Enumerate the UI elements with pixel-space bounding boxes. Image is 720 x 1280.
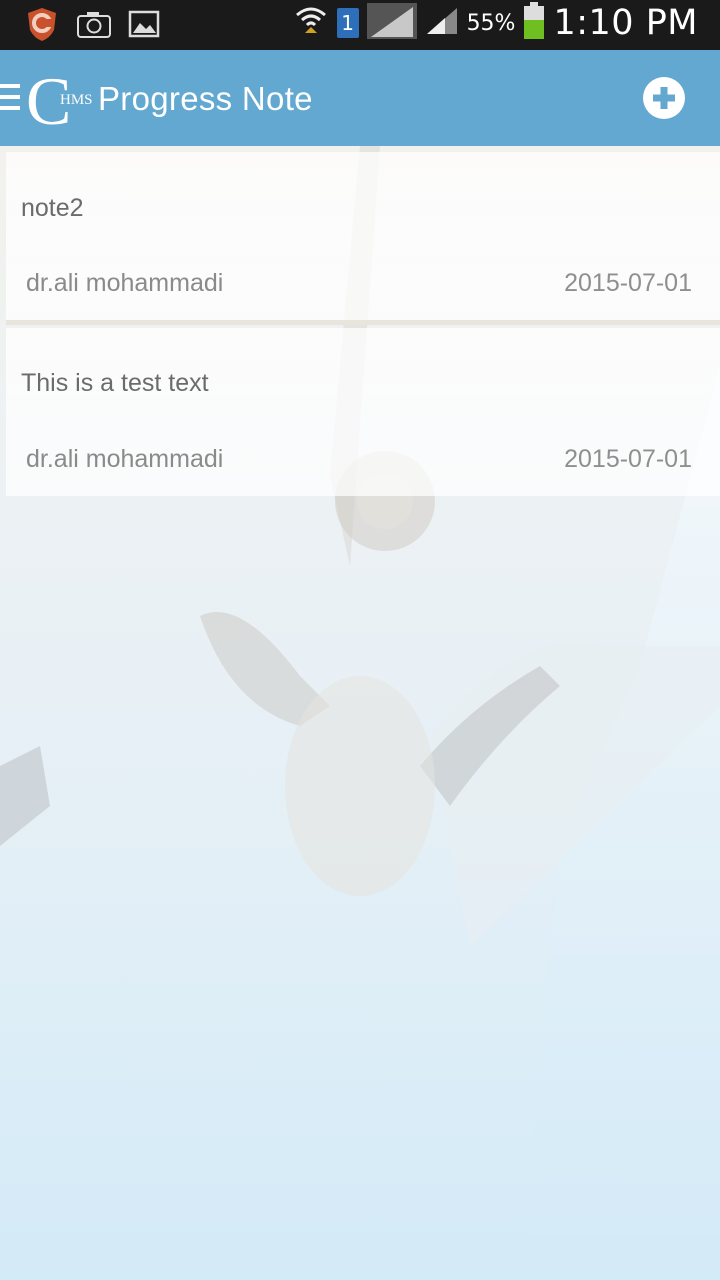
add-note-button[interactable] [642, 76, 686, 120]
note-title: note2 [21, 194, 84, 222]
wifi-icon [293, 3, 329, 43]
note-card[interactable]: note2 dr.ali mohammadi 2015-07-01 [6, 152, 720, 325]
menu-icon[interactable] [0, 84, 20, 110]
status-bar: 1 55% 1:10 PM [0, 0, 720, 50]
camera-icon [76, 9, 112, 43]
app-bar: C HMS Progress Note [0, 50, 720, 146]
sim-icon: 1 [336, 8, 359, 38]
plus-circle-icon [643, 77, 685, 119]
signal-icon [425, 6, 459, 40]
app-logo: C HMS [24, 63, 94, 139]
note-date: 2015-07-01 [564, 269, 692, 297]
note-author: dr.ali mohammadi [26, 445, 224, 473]
note-card[interactable]: This is a test text dr.ali mohammadi 201… [6, 328, 720, 496]
battery-percent: 55% [466, 10, 516, 36]
note-title: This is a test text [21, 369, 209, 397]
clock: 1:10 PM [553, 3, 698, 43]
gallery-icon [128, 9, 160, 43]
shield-app-icon [24, 6, 60, 46]
logo-text: HMS [60, 92, 93, 108]
battery-icon [523, 2, 545, 44]
note-date: 2015-07-01 [564, 445, 692, 473]
page-title: Progress Note [98, 80, 313, 117]
note-author: dr.ali mohammadi [26, 269, 224, 297]
signal-icon [366, 3, 417, 43]
